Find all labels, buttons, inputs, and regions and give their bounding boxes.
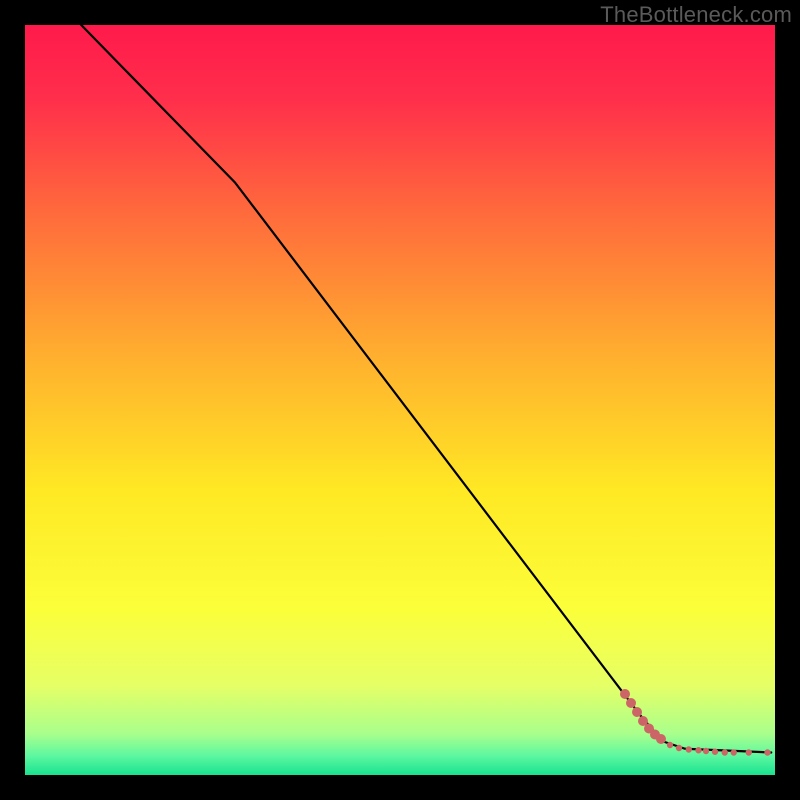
- data-point: [746, 749, 752, 755]
- data-point: [620, 689, 630, 699]
- data-point: [695, 747, 701, 753]
- chart-frame: [25, 25, 775, 775]
- data-point: [667, 742, 673, 748]
- data-point: [731, 749, 737, 755]
- data-point: [722, 749, 728, 755]
- data-point: [632, 707, 642, 717]
- data-point: [626, 698, 636, 708]
- data-point: [764, 749, 770, 755]
- data-point: [686, 746, 692, 752]
- data-point: [656, 734, 666, 744]
- data-point: [712, 749, 718, 755]
- data-point: [676, 745, 682, 751]
- bottleneck-chart: [25, 25, 775, 775]
- data-point: [703, 748, 709, 754]
